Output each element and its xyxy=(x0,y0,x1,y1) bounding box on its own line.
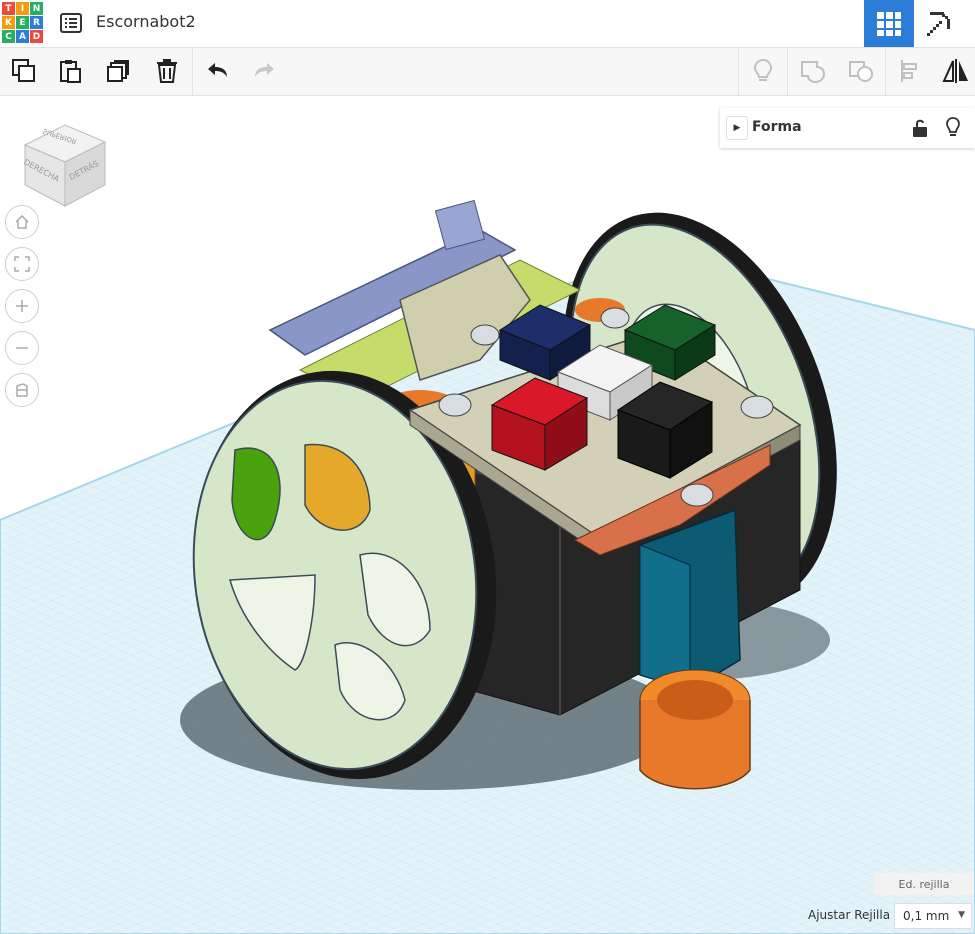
toolbar-divider xyxy=(787,48,788,95)
toolbar-divider xyxy=(885,48,886,95)
align-button[interactable] xyxy=(895,56,925,86)
copy-button[interactable] xyxy=(9,56,39,86)
snap-grid-value: 0,1 mm xyxy=(903,909,950,923)
redo-icon xyxy=(255,63,274,77)
grid-icon xyxy=(877,11,901,36)
chevron-down-icon: ▼ xyxy=(958,910,965,920)
logo-letter: N xyxy=(30,2,43,15)
plus-icon xyxy=(16,300,28,312)
workplane-scene[interactable] xyxy=(0,96,975,934)
edit-grid-button[interactable]: Ed. rejilla xyxy=(874,873,974,895)
home-icon xyxy=(15,214,29,229)
ungroup-icon xyxy=(849,61,873,82)
project-title[interactable]: Escornabot2 xyxy=(96,12,196,31)
hint-button[interactable] xyxy=(748,56,778,86)
home-view-button[interactable] xyxy=(5,205,39,239)
top-bar: T I N K E R C A D Escornabot2 xyxy=(0,0,975,48)
3d-workplane-viewport[interactable]: SUPERIOR DERECHA DETRÁS xyxy=(0,96,975,934)
ungroup-button[interactable] xyxy=(846,56,876,86)
logo-letter: E xyxy=(16,16,29,29)
duplicate-button[interactable] xyxy=(104,56,134,86)
bulb-icon[interactable] xyxy=(945,117,961,143)
zoom-out-button[interactable] xyxy=(5,331,39,365)
bulb-icon xyxy=(753,58,773,81)
logo-letter: D xyxy=(30,30,43,43)
3d-design-view-button[interactable] xyxy=(864,0,914,47)
paste-icon xyxy=(60,60,81,83)
logo-letter: K xyxy=(2,16,15,29)
shape-inspector-panel: ▶ Forma xyxy=(720,108,975,148)
minus-icon xyxy=(16,347,28,349)
mirror-icon xyxy=(942,59,968,83)
tinkercad-logo[interactable]: T I N K E R C A D xyxy=(2,2,44,44)
edit-toolbar xyxy=(0,48,975,96)
redo-button[interactable] xyxy=(250,56,280,86)
undo-icon xyxy=(208,63,227,77)
expand-caret-icon[interactable]: ▶ xyxy=(726,116,748,140)
zoom-in-button[interactable] xyxy=(5,289,39,323)
toolbar-divider xyxy=(192,48,193,95)
group-icon xyxy=(801,61,826,84)
align-icon xyxy=(901,60,917,82)
copy-icon xyxy=(12,59,35,82)
pickaxe-icon xyxy=(927,11,950,36)
minecraft-view-button[interactable] xyxy=(914,0,964,47)
toolbar-divider xyxy=(738,48,739,95)
unlock-icon[interactable] xyxy=(912,118,928,142)
undo-button[interactable] xyxy=(202,56,232,86)
perspective-icon xyxy=(16,383,28,397)
duplicate-icon xyxy=(107,60,129,82)
logo-letter: R xyxy=(30,16,43,29)
snap-grid-label: Ajustar Rejilla xyxy=(808,908,891,922)
logo-letter: C xyxy=(2,30,15,43)
logo-letter: I xyxy=(16,2,29,15)
shape-panel-label: Forma xyxy=(752,119,802,135)
mirror-button[interactable] xyxy=(941,56,971,86)
view-cube[interactable]: SUPERIOR DERECHA DETRÁS xyxy=(20,120,110,210)
fit-icon xyxy=(14,256,30,272)
list-icon[interactable] xyxy=(60,12,82,34)
ortho-view-button[interactable] xyxy=(5,373,39,407)
logo-letter: A xyxy=(16,30,29,43)
group-button[interactable] xyxy=(798,56,828,86)
paste-button[interactable] xyxy=(56,56,86,86)
snap-grid-select[interactable]: 0,1 mm ▼ xyxy=(894,903,972,929)
delete-button[interactable] xyxy=(152,56,182,86)
logo-letter: T xyxy=(2,2,15,15)
trash-icon xyxy=(157,59,177,83)
fit-view-button[interactable] xyxy=(5,247,39,281)
caster-assembly xyxy=(639,508,751,790)
